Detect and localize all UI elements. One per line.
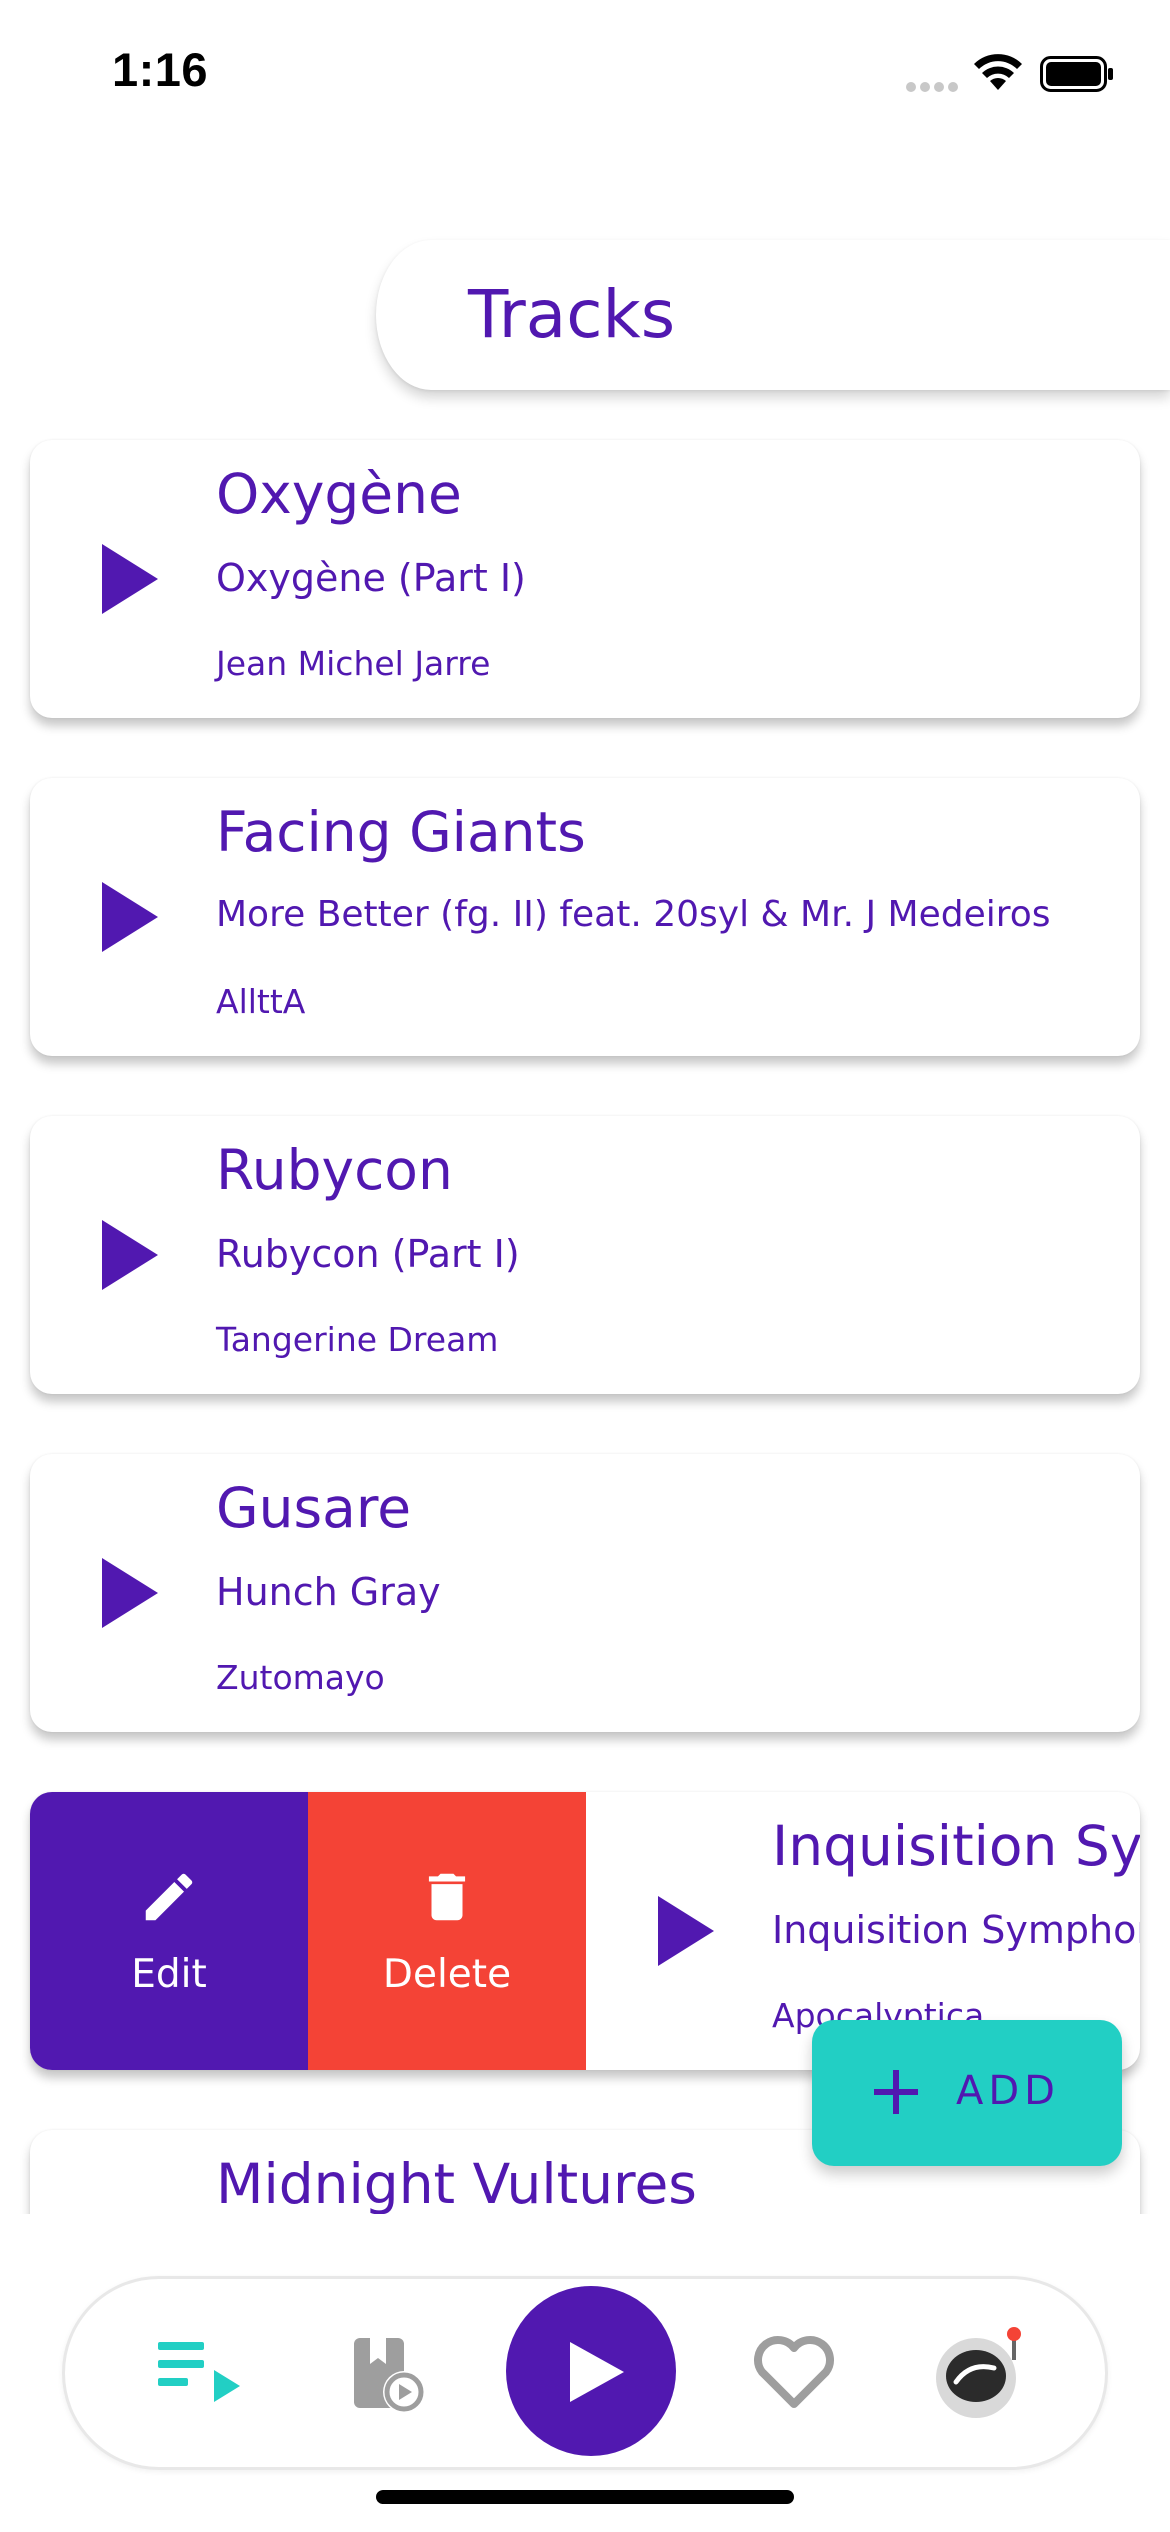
track-card[interactable]: Gusare Hunch Gray Zutomayo <box>30 1454 1140 1732</box>
track-card[interactable]: Oxygène Oxygène (Part I) Jean Michel Jar… <box>30 440 1140 718</box>
track-album: Hunch Gray <box>216 1570 441 1614</box>
track-list[interactable]: Oxygène Oxygène (Part I) Jean Michel Jar… <box>0 420 1170 2214</box>
edit-label: Edit <box>131 1951 207 1997</box>
track-album: Inquisition Symphony <box>772 1908 1140 1952</box>
home-indicator <box>376 2490 794 2504</box>
edit-button[interactable]: Edit <box>30 1792 308 2070</box>
play-icon[interactable] <box>102 882 158 952</box>
track-title: Facing Giants <box>216 800 586 864</box>
track-album: More Better (fg. II) feat. 20syl & Mr. J… <box>216 894 1051 935</box>
play-icon[interactable] <box>102 544 158 614</box>
track-card[interactable]: Rubycon Rubycon (Part I) Tangerine Dream <box>30 1116 1140 1394</box>
battery-icon <box>1040 56 1113 92</box>
status-bar: 1:16 <box>0 0 1170 140</box>
play-icon <box>570 2342 624 2402</box>
cellular-signal-icon <box>906 82 958 94</box>
track-card[interactable]: Facing Giants More Better (fg. II) feat.… <box>30 778 1140 1056</box>
wifi-icon <box>974 54 1022 90</box>
trash-icon <box>428 1873 466 1920</box>
track-album: Oxygène (Part I) <box>216 556 526 600</box>
status-time: 1:16 <box>112 43 209 96</box>
add-button[interactable]: ADD <box>812 2020 1122 2166</box>
track-title: Oxygène <box>216 462 462 526</box>
track-artist: AllttA <box>216 982 306 1021</box>
track-album: Rubycon (Part I) <box>216 1232 520 1276</box>
page-title: Tracks <box>468 276 676 353</box>
astronaut-icon[interactable] <box>930 2324 1028 2422</box>
track-artist: Tangerine Dream <box>216 1320 499 1359</box>
play-icon[interactable] <box>102 1220 158 1290</box>
track-title: Rubycon <box>216 1138 453 1202</box>
play-button[interactable] <box>506 2286 676 2456</box>
delete-label: Delete <box>382 1951 512 1997</box>
add-label: ADD <box>956 2068 1060 2114</box>
track-title: Midnight Vultures <box>216 2152 697 2214</box>
track-title: Gusare <box>216 1476 412 1540</box>
delete-button[interactable]: Delete <box>308 1792 586 2070</box>
track-artist: Jean Michel Jarre <box>216 644 491 683</box>
play-icon[interactable] <box>658 1896 714 1966</box>
play-icon[interactable] <box>102 1558 158 1628</box>
plus-icon <box>874 2070 918 2114</box>
queue-icon[interactable] <box>158 2340 242 2410</box>
pencil-icon <box>145 1873 193 1920</box>
favorite-icon[interactable] <box>752 2334 836 2410</box>
track-artist: Zutomayo <box>216 1658 385 1697</box>
track-title: Inquisition Symphony <box>772 1814 1140 1878</box>
playlist-icon[interactable] <box>352 2334 428 2416</box>
